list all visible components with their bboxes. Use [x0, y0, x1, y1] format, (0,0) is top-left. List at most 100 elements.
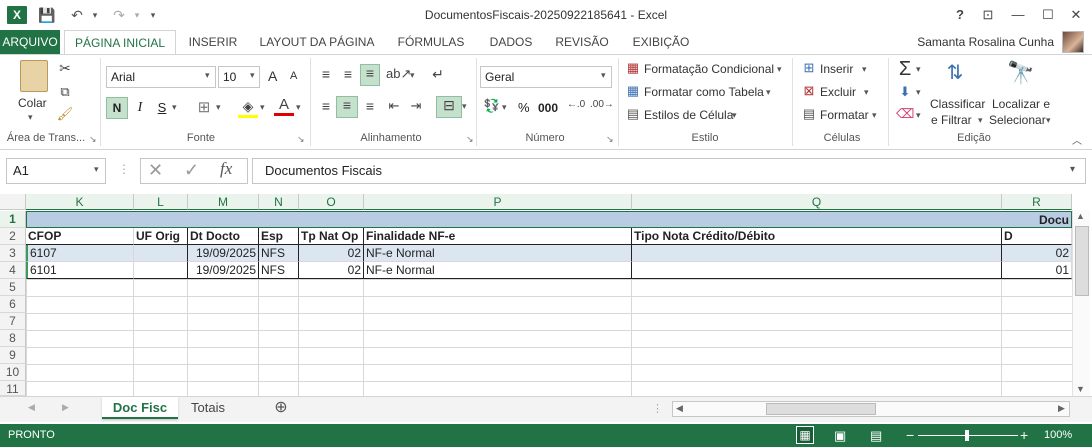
align-bottom-icon[interactable]: ≡	[360, 64, 380, 86]
clear-dropdown-icon[interactable]: ▾	[916, 110, 921, 121]
page-layout-view-icon[interactable]: ▣	[834, 424, 846, 447]
merge-dropdown-icon[interactable]: ▾	[462, 101, 467, 112]
orientation-icon[interactable]: ab↗	[386, 66, 411, 82]
underline-dropdown-icon[interactable]: ▾	[172, 102, 177, 113]
tab-splitter-icon[interactable]: ⋮	[652, 402, 663, 415]
insert-cells-button[interactable]: Inserir	[820, 62, 853, 76]
normal-view-icon[interactable]: ▦	[796, 426, 814, 444]
sort-filter-label-2[interactable]: e Filtrar	[931, 113, 972, 127]
cancel-icon[interactable]: ✕	[148, 160, 163, 181]
autosum-icon[interactable]: Σ	[894, 58, 916, 81]
borders-dropdown-icon[interactable]: ▾	[216, 102, 221, 113]
add-sheet-button[interactable]: ⊕	[270, 397, 292, 419]
column-header-R[interactable]: R	[1002, 194, 1072, 210]
number-format-select[interactable]: Geral	[480, 66, 612, 88]
thousands-button[interactable]: 000	[538, 101, 558, 115]
cell-styles-icon[interactable]: ▤	[624, 106, 642, 122]
font-launcher-icon[interactable]: ↘	[297, 134, 305, 145]
column-header-M[interactable]: M	[188, 194, 259, 210]
data-cell[interactable]: NF-e Normal	[364, 262, 632, 279]
italic-button[interactable]: I	[130, 97, 150, 119]
font-name-select[interactable]: Arial	[106, 66, 216, 88]
user-name[interactable]: Samanta Rosalina Cunha	[917, 30, 1054, 54]
number-launcher-icon[interactable]: ↘	[606, 134, 614, 145]
data-cell[interactable]	[134, 262, 188, 279]
tab-file[interactable]: ARQUIVO	[0, 30, 60, 54]
currency-icon[interactable]: 💱	[482, 98, 502, 114]
cell-styles-button[interactable]: Estilos de Célula	[644, 108, 733, 122]
expand-formula-icon[interactable]: ▾	[1070, 164, 1075, 175]
fill-color-dropdown-icon[interactable]: ▾	[260, 102, 265, 113]
number-format-dropdown-icon[interactable]: ▾	[601, 70, 606, 81]
paste-button[interactable]: Colar	[18, 96, 47, 110]
format-dropdown-icon[interactable]: ▾	[872, 110, 877, 121]
data-cell[interactable]: 6101	[26, 262, 134, 279]
header-cell[interactable]: Finalidade NF-e	[364, 228, 632, 245]
row-header[interactable]: 2	[0, 228, 26, 245]
column-header-K[interactable]: K	[26, 194, 134, 210]
ribbon-display-icon[interactable]: ⊡	[976, 4, 1000, 26]
formula-options-icon[interactable]: ⋮	[118, 162, 130, 176]
column-header-N[interactable]: N	[259, 194, 299, 210]
align-center-icon[interactable]: ≡	[336, 96, 358, 118]
find-select-label-1[interactable]: Localizar e	[992, 97, 1050, 111]
column-header-O[interactable]: O	[299, 194, 364, 210]
collapse-ribbon-icon[interactable]: ︿	[1072, 132, 1082, 147]
scroll-up-icon[interactable]: ▲	[1076, 211, 1085, 221]
delete-cells-button[interactable]: Excluir	[820, 85, 856, 99]
scroll-down-icon[interactable]: ▼	[1076, 384, 1085, 394]
cell-styles-dropdown-icon[interactable]: ▾	[732, 110, 737, 121]
underline-button[interactable]: S	[152, 97, 172, 119]
data-cell[interactable]: 01	[1002, 262, 1072, 279]
row-header[interactable]: 11	[0, 381, 26, 396]
align-top-icon[interactable]: ≡	[316, 66, 336, 82]
tab-formulas[interactable]: FÓRMULAS	[390, 30, 472, 54]
data-cell[interactable]: 6107	[26, 245, 134, 262]
zoom-level[interactable]: 100%	[1044, 424, 1072, 447]
format-cells-button[interactable]: Formatar	[820, 108, 869, 122]
row-header[interactable]: 7	[0, 313, 26, 330]
restore-button[interactable]: ☐	[1036, 4, 1060, 26]
next-sheet-icon[interactable]: ▶	[62, 402, 69, 413]
select-all-button[interactable]	[0, 194, 26, 210]
data-cell[interactable]: NFS	[259, 245, 299, 262]
header-cell[interactable]: Esp	[259, 228, 299, 245]
decrease-indent-icon[interactable]: ⇤	[384, 98, 404, 114]
find-select-dropdown-icon[interactable]: ▾	[1046, 115, 1051, 126]
data-cell[interactable]: 19/09/2025	[188, 245, 259, 262]
prev-sheet-icon[interactable]: ◀	[28, 402, 35, 413]
name-box[interactable]: A1	[6, 158, 106, 184]
delete-dropdown-icon[interactable]: ▾	[864, 87, 869, 98]
conditional-format-icon[interactable]: ▦	[624, 60, 642, 76]
fill-dropdown-icon[interactable]: ▾	[916, 87, 921, 98]
scroll-right-icon[interactable]: ▶	[1058, 403, 1065, 414]
vertical-scroll-thumb[interactable]	[1075, 226, 1089, 296]
minimize-button[interactable]: —	[1006, 4, 1030, 26]
tab-home[interactable]: PÁGINA INICIAL	[64, 30, 176, 54]
scroll-left-icon[interactable]: ◀	[676, 403, 683, 414]
row-header[interactable]: 4	[0, 262, 26, 279]
data-cell[interactable]	[632, 245, 1002, 262]
formula-input[interactable]: Documentos Fiscais	[252, 158, 1086, 184]
empty-cells[interactable]	[26, 279, 1072, 396]
conditional-dropdown-icon[interactable]: ▾	[777, 64, 782, 75]
header-cell[interactable]: CFOP	[26, 228, 134, 245]
avatar[interactable]	[1062, 31, 1084, 53]
title-cell-A1[interactable]: Docu	[26, 211, 1072, 228]
zoom-slider-thumb[interactable]	[965, 430, 969, 441]
currency-dropdown-icon[interactable]: ▾	[502, 102, 507, 113]
data-cell[interactable]: NFS	[259, 262, 299, 279]
format-painter-icon[interactable]: 🖌	[56, 106, 74, 122]
data-cell[interactable]	[632, 262, 1002, 279]
help-button[interactable]: ?	[948, 4, 972, 26]
percent-button[interactable]: %	[518, 100, 530, 115]
sort-filter-dropdown-icon[interactable]: ▾	[978, 115, 983, 126]
header-cell[interactable]: D	[1002, 228, 1072, 245]
data-cell[interactable]: 02	[299, 245, 364, 262]
format-cells-icon[interactable]: ▤	[800, 106, 818, 122]
grow-font-button[interactable]: A	[268, 68, 277, 84]
borders-icon[interactable]: ⊞	[194, 98, 214, 116]
paste-icon[interactable]	[20, 60, 48, 92]
zoom-out-icon[interactable]: −	[906, 424, 914, 447]
name-box-dropdown-icon[interactable]: ▾	[94, 164, 99, 175]
